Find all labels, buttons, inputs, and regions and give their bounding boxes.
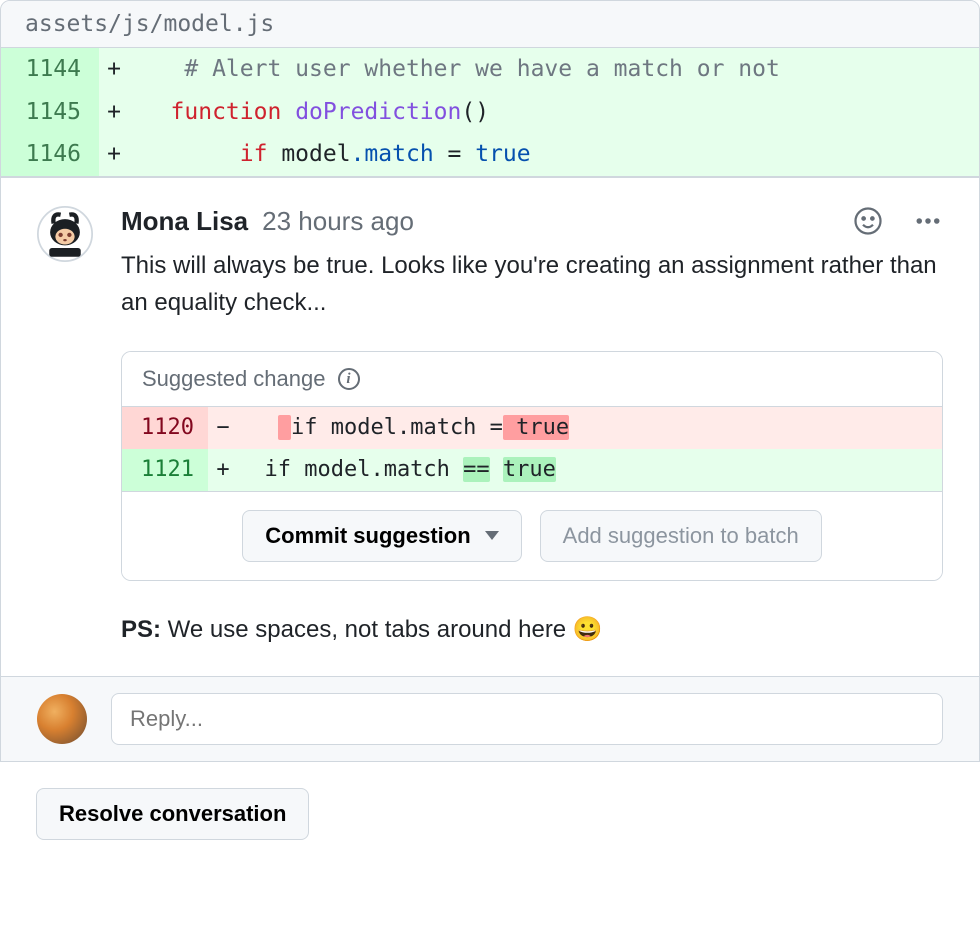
diff-marker: + <box>99 91 129 134</box>
button-label: Commit suggestion <box>265 523 470 549</box>
code: if model.match = true <box>129 133 979 176</box>
button-label: Add suggestion to batch <box>563 523 799 549</box>
resolve-conversation-button[interactable]: Resolve conversation <box>36 788 309 840</box>
resolve-row: Resolve conversation <box>0 761 980 876</box>
comment-body: This will always be true. Looks like you… <box>121 247 943 321</box>
suggested-change: Suggested change i 1120 − if model.match… <box>121 351 943 581</box>
line-number: 1146 <box>1 133 99 176</box>
code: function doPrediction() <box>129 91 979 134</box>
diff-marker: + <box>99 48 129 91</box>
reply-input[interactable] <box>111 693 943 745</box>
ps-label: PS: <box>121 616 161 643</box>
current-user-avatar[interactable] <box>37 694 87 744</box>
diff-line: 1144+ # Alert user whether we have a mat… <box>1 48 979 91</box>
diff-block: assets/js/model.js 1144+ # Alert user wh… <box>0 0 980 177</box>
commit-suggestion-button[interactable]: Commit suggestion <box>242 510 521 562</box>
button-label: Resolve conversation <box>59 801 286 827</box>
diff-marker: + <box>208 449 238 491</box>
diff-line: 1145+ function doPrediction() <box>1 91 979 134</box>
suggestion-removed-line: 1120 − if model.match = true <box>122 407 942 449</box>
comment-header: Mona Lisa 23 hours ago <box>121 206 943 237</box>
line-number: 1144 <box>1 48 99 91</box>
chevron-down-icon <box>485 531 499 540</box>
suggestion-added-line: 1121 + if model.match == true <box>122 449 942 491</box>
suggested-change-label: Suggested change <box>142 366 326 392</box>
add-suggestion-to-batch-button[interactable]: Add suggestion to batch <box>540 510 822 562</box>
diff-line: 1146+ if model.match = true <box>1 133 979 176</box>
diff-marker: − <box>208 407 238 449</box>
diff-marker: + <box>99 133 129 176</box>
reply-row <box>0 676 980 761</box>
comment-timestamp: 23 hours ago <box>262 206 414 237</box>
kebab-menu-icon[interactable] <box>913 206 943 236</box>
avatar[interactable] <box>37 206 93 262</box>
line-number: 1121 <box>122 449 208 491</box>
review-comment: Mona Lisa 23 hours ago Th <box>0 177 980 676</box>
comment-postscript: PS: We use spaces, not tabs around here … <box>121 615 943 644</box>
line-number: 1120 <box>122 407 208 449</box>
code: if model.match == true <box>238 449 942 491</box>
comment-author[interactable]: Mona Lisa <box>121 206 248 237</box>
file-path: assets/js/model.js <box>1 1 979 48</box>
code: # Alert user whether we have a match or … <box>129 48 979 91</box>
code: if model.match = true <box>238 407 942 449</box>
add-reaction-icon[interactable] <box>853 206 883 236</box>
info-icon[interactable]: i <box>338 368 360 390</box>
grin-emoji-icon: 😀 <box>573 616 603 643</box>
ps-text: We use spaces, not tabs around here <box>161 616 573 643</box>
line-number: 1145 <box>1 91 99 134</box>
